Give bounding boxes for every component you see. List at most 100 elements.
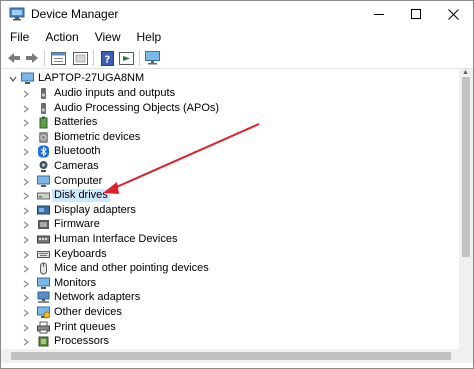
tree-item-print-queues[interactable]: Print queues [1,320,459,335]
tree-item-processors[interactable]: Processors [1,334,459,349]
computer-root-icon [21,72,34,85]
help-button[interactable]: ? [99,50,115,66]
title-bar: Device Manager [1,1,473,27]
expand-chevron-icon[interactable] [21,101,31,116]
printer-icon [37,321,50,334]
tree-item-human-interface-devices[interactable]: Human Interface Devices [1,232,459,247]
computer-icon [37,175,50,188]
menu-view[interactable]: View [87,27,129,47]
horizontal-scrollbar[interactable] [1,349,459,363]
tree-item-firmware[interactable]: Firmware [1,217,459,232]
expand-chevron-icon[interactable] [21,144,31,159]
tree-item-display-adapters[interactable]: Display adapters [1,203,459,218]
update-driver-button[interactable] [72,50,88,66]
tree-item-label: Mice and other pointing devices [54,262,209,275]
tree-root-row[interactable]: LAPTOP-27UGA8NM [1,71,459,86]
tree-item-label: Other devices [54,306,122,318]
tree-item-label: Monitors [54,276,97,289]
device-manager-app-icon [9,7,25,21]
help-icon: ? [100,50,114,66]
fingerprint-icon [37,131,50,144]
expand-chevron-icon[interactable] [21,174,31,189]
vertical-scrollbar[interactable]: ▲ [459,69,473,349]
mouse-icon [37,262,50,275]
display-adapter-icon [37,204,50,217]
expand-chevron-icon[interactable] [21,334,31,349]
expand-chevron-icon[interactable] [21,86,31,101]
collapse-chevron-icon[interactable] [8,71,18,86]
minimize-icon [374,13,384,15]
expand-chevron-icon[interactable] [21,232,31,247]
toolbar: ? [1,47,473,69]
tree-item-bluetooth[interactable]: Bluetooth [1,144,459,159]
expand-chevron-icon[interactable] [21,130,31,145]
properties-button[interactable] [50,50,66,66]
tree-item-mice-and-other-pointing-devices[interactable]: Mice and other pointing devices [1,261,459,276]
menu-help[interactable]: Help [129,27,170,47]
horizontal-scroll-thumb[interactable] [11,352,451,360]
tree-item-label: Cameras [54,160,99,172]
tree-item-label: Batteries [54,116,98,129]
maximize-icon [411,9,421,19]
firmware-icon [37,218,50,231]
tree-root-label: LAPTOP-27UGA8NM [38,72,145,84]
network-icon [37,291,50,304]
expand-chevron-icon[interactable] [21,159,31,174]
scrollbar-corner [459,349,473,363]
tree-item-audio-processing-objects-apos[interactable]: Audio Processing Objects (APOs) [1,101,459,116]
tree-item-audio-inputs-and-outputs[interactable]: Audio inputs and outputs [1,86,459,101]
speaker-icon [37,102,50,115]
tree-item-label: Audio Processing Objects (APOs) [54,101,220,114]
tree-item-batteries[interactable]: Batteries [1,115,459,130]
other-device-icon [37,306,51,319]
tree-item-label: Biometric devices [54,130,141,143]
expand-chevron-icon[interactable] [21,320,31,335]
expand-chevron-icon[interactable] [21,261,31,276]
keyboard-icon [37,248,50,261]
back-icon [8,53,20,63]
tree-item-label: Human Interface Devices [54,233,178,245]
tree-item-label: Bluetooth [54,145,101,158]
window-title: Device Manager [31,7,119,21]
forward-button[interactable] [24,50,40,66]
vertical-scroll-thumb[interactable] [462,77,470,257]
expand-chevron-icon[interactable] [21,247,31,262]
tree-item-label: Network adapters [54,291,141,304]
expand-chevron-icon[interactable] [21,203,31,218]
disk-drive-icon [37,189,50,202]
processor-icon [37,335,50,348]
menu-file[interactable]: File [1,27,37,47]
menu-action[interactable]: Action [37,27,86,47]
tree-item-label: Display adapters [54,203,136,216]
scan-hardware-button[interactable] [118,50,134,66]
tree-item-biometric-devices[interactable]: Biometric devices [1,130,459,145]
tree-item-network-adapters[interactable]: Network adapters [1,290,459,305]
tree-item-label: Keyboards [54,247,107,260]
scroll-up-icon[interactable]: ▲ [462,69,469,76]
tree-item-monitors[interactable]: Monitors [1,276,459,291]
properties-icon [50,51,66,65]
menu-bar: File Action View Help [1,27,473,47]
tree-item-cameras[interactable]: Cameras [1,159,459,174]
monitor-button[interactable] [144,50,160,66]
expand-chevron-icon[interactable] [21,305,31,320]
battery-icon [37,116,50,129]
speaker-icon [37,87,50,100]
tree-item-keyboards[interactable]: Keyboards [1,247,459,262]
expand-chevron-icon[interactable] [21,217,31,232]
forward-icon [26,53,38,63]
minimize-button[interactable] [361,1,397,27]
tree-item-disk-drives[interactable]: Disk drives [1,188,459,203]
tree-item-other-devices[interactable]: Other devices [1,305,459,320]
expand-chevron-icon[interactable] [21,188,31,203]
back-button[interactable] [6,50,22,66]
scan-icon [118,51,134,65]
expand-chevron-icon[interactable] [21,115,31,130]
maximize-button[interactable] [398,1,434,27]
toolbar-separator [139,50,140,66]
tree-item-computer[interactable]: Computer [1,174,459,189]
expand-chevron-icon[interactable] [21,290,31,305]
close-button[interactable] [435,1,471,27]
expand-chevron-icon[interactable] [21,276,31,291]
bluetooth-icon [37,145,50,158]
